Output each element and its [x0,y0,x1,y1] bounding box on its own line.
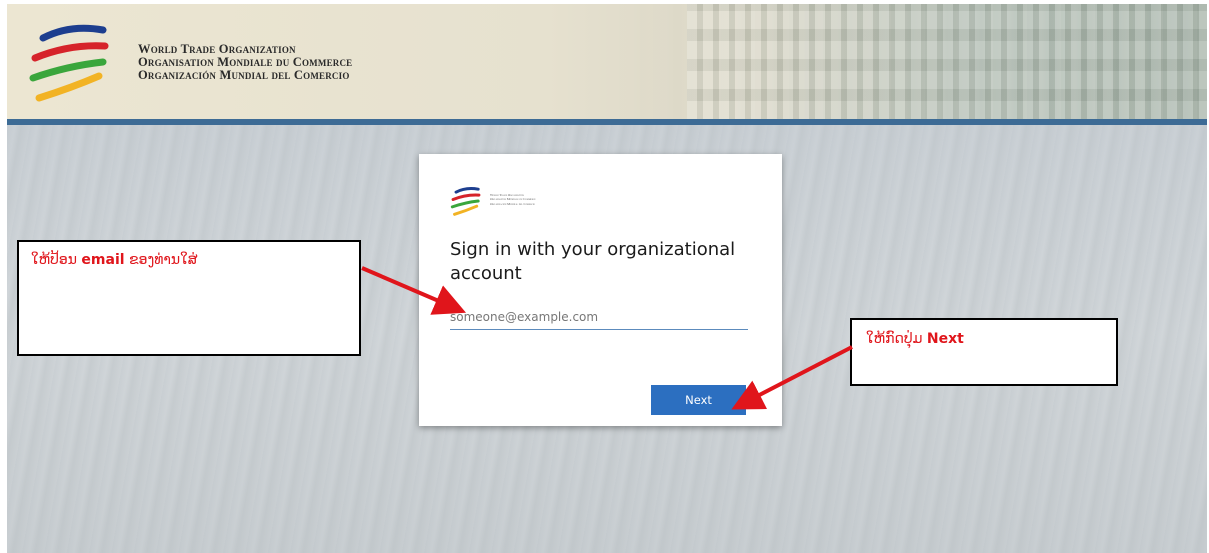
email-instruction-suffix: ຂອງທ່ານໃສ່ [124,252,198,268]
card-org-name-fr: Organisation Mondiale du Commerce [490,197,536,202]
email-instruction-keyword: email [81,252,125,268]
email-input[interactable] [450,305,748,330]
wto-header: World Trade Organization Organisation Mo… [7,4,1207,119]
header-building-photo [687,4,1207,119]
next-instruction-keyword: Next [926,331,964,347]
card-org-name-es: Organización Mundial del Comercio [490,201,535,206]
card-wto-logo-icon [450,187,481,216]
next-button[interactable]: Next [651,385,746,415]
next-instruction-prefix: ໃຫ້ກົດປຸ່ມ [866,331,927,347]
signin-title: Sign in with your organizational account [450,239,736,284]
header-divider [7,119,1207,125]
signin-card: World Trade Organization Organisation Mo… [419,154,782,426]
next-instruction-callout: ໃຫ້ກົດປຸ່ມ Next [850,318,1118,386]
wto-organization-names: World Trade Organization Organisation Mo… [138,43,352,82]
wto-logo-icon [29,24,109,102]
email-instruction-prefix: ໃຫ້ປ້ອນ [31,252,82,268]
org-name-es: Organización Mundial del Comercio [138,68,350,82]
email-instruction-callout: ໃຫ້ປ້ອນ email ຂອງທ່ານໃສ່ [17,240,361,356]
card-organization-names: World Trade Organization Organisation Mo… [490,193,536,206]
